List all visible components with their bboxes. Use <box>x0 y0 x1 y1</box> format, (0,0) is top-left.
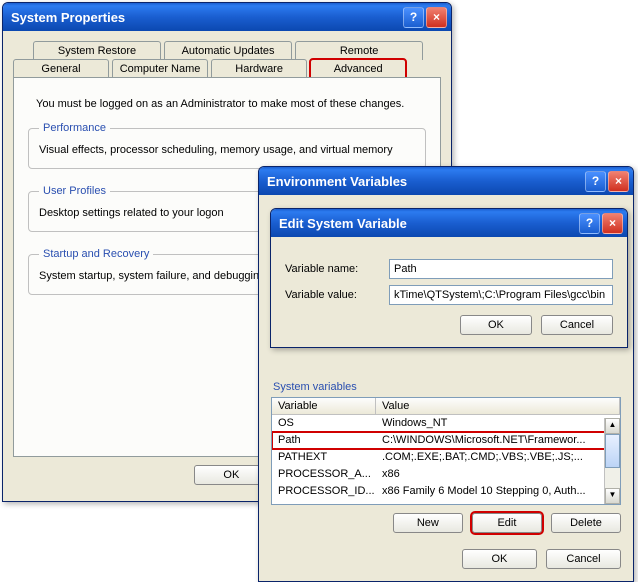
admin-warning-text: You must be logged on as an Administrato… <box>36 98 426 110</box>
tab-remote[interactable]: Remote <box>295 41 423 60</box>
col-variable[interactable]: Variable <box>272 398 376 414</box>
sysvar-buttons: New Edit Delete <box>271 513 621 533</box>
list-row-processor-arch[interactable]: PROCESSOR_A... x86 <box>272 466 620 483</box>
startup-recovery-legend: Startup and Recovery <box>39 248 153 260</box>
col-value[interactable]: Value <box>376 398 620 414</box>
close-icon[interactable]: × <box>602 213 623 234</box>
editvar-title: Edit System Variable <box>279 216 577 231</box>
tab-row-lower: General Computer Name Hardware Advanced <box>13 59 441 78</box>
help-icon[interactable]: ? <box>579 213 600 234</box>
close-icon[interactable]: × <box>426 7 447 28</box>
editvar-buttons: OK Cancel <box>285 315 613 335</box>
list-body: OS Windows_NT Path C:\WINDOWS\Microsoft.… <box>272 415 620 500</box>
list-row-pathext[interactable]: PATHEXT .COM;.EXE;.BAT;.CMD;.VBS;.VBE;.J… <box>272 449 620 466</box>
edit-button[interactable]: Edit <box>472 513 542 533</box>
tab-system-restore[interactable]: System Restore <box>33 41 161 60</box>
performance-group: Performance Visual effects, processor sc… <box>28 122 426 169</box>
help-icon[interactable]: ? <box>403 7 424 28</box>
tab-automatic-updates[interactable]: Automatic Updates <box>164 41 292 60</box>
envvars-titlebar[interactable]: Environment Variables ? × <box>259 167 633 195</box>
variable-value-input[interactable] <box>389 285 613 305</box>
delete-button[interactable]: Delete <box>551 513 621 533</box>
list-row-path[interactable]: Path C:\WINDOWS\Microsoft.NET\Framewor..… <box>272 432 620 449</box>
ok-button[interactable]: OK <box>462 549 537 569</box>
scroll-thumb[interactable] <box>605 434 620 468</box>
system-variables-label: System variables <box>273 381 621 393</box>
system-variables-list[interactable]: Variable Value OS Windows_NT Path C:\WIN… <box>271 397 621 505</box>
edit-system-variable-dialog: Edit System Variable ? × Variable name: … <box>270 208 628 348</box>
performance-legend: Performance <box>39 122 110 134</box>
list-header: Variable Value <box>272 398 620 415</box>
variable-value-label: Variable value: <box>285 289 389 301</box>
tab-advanced[interactable]: Advanced <box>310 59 406 78</box>
cancel-button[interactable]: Cancel <box>541 315 613 335</box>
envvars-bottom-buttons: OK Cancel <box>271 549 621 569</box>
user-profiles-legend: User Profiles <box>39 185 110 197</box>
scroll-down-icon[interactable]: ▼ <box>605 488 620 504</box>
performance-text: Visual effects, processor scheduling, me… <box>39 144 415 156</box>
ok-button[interactable]: OK <box>460 315 532 335</box>
list-scrollbar[interactable]: ▲ ▼ <box>604 418 620 504</box>
editvar-titlebar[interactable]: Edit System Variable ? × <box>271 209 627 237</box>
sysprops-title: System Properties <box>11 10 401 25</box>
tab-computer-name[interactable]: Computer Name <box>112 59 208 78</box>
variable-value-row: Variable value: <box>285 285 613 305</box>
variable-name-row: Variable name: <box>285 259 613 279</box>
cancel-button[interactable]: Cancel <box>546 549 621 569</box>
list-row-processor-id[interactable]: PROCESSOR_ID... x86 Family 6 Model 10 St… <box>272 483 620 500</box>
editvar-client: Variable name: Variable value: OK Cancel <box>271 237 627 347</box>
tab-row-upper: System Restore Automatic Updates Remote <box>13 41 441 60</box>
envvars-title: Environment Variables <box>267 174 583 189</box>
sysprops-titlebar[interactable]: System Properties ? × <box>3 3 451 31</box>
tab-hardware[interactable]: Hardware <box>211 59 307 78</box>
variable-name-label: Variable name: <box>285 263 389 275</box>
new-button[interactable]: New <box>393 513 463 533</box>
list-row-os[interactable]: OS Windows_NT <box>272 415 620 432</box>
close-icon[interactable]: × <box>608 171 629 192</box>
variable-name-input[interactable] <box>389 259 613 279</box>
tab-general[interactable]: General <box>13 59 109 78</box>
scroll-up-icon[interactable]: ▲ <box>605 418 620 434</box>
help-icon[interactable]: ? <box>585 171 606 192</box>
